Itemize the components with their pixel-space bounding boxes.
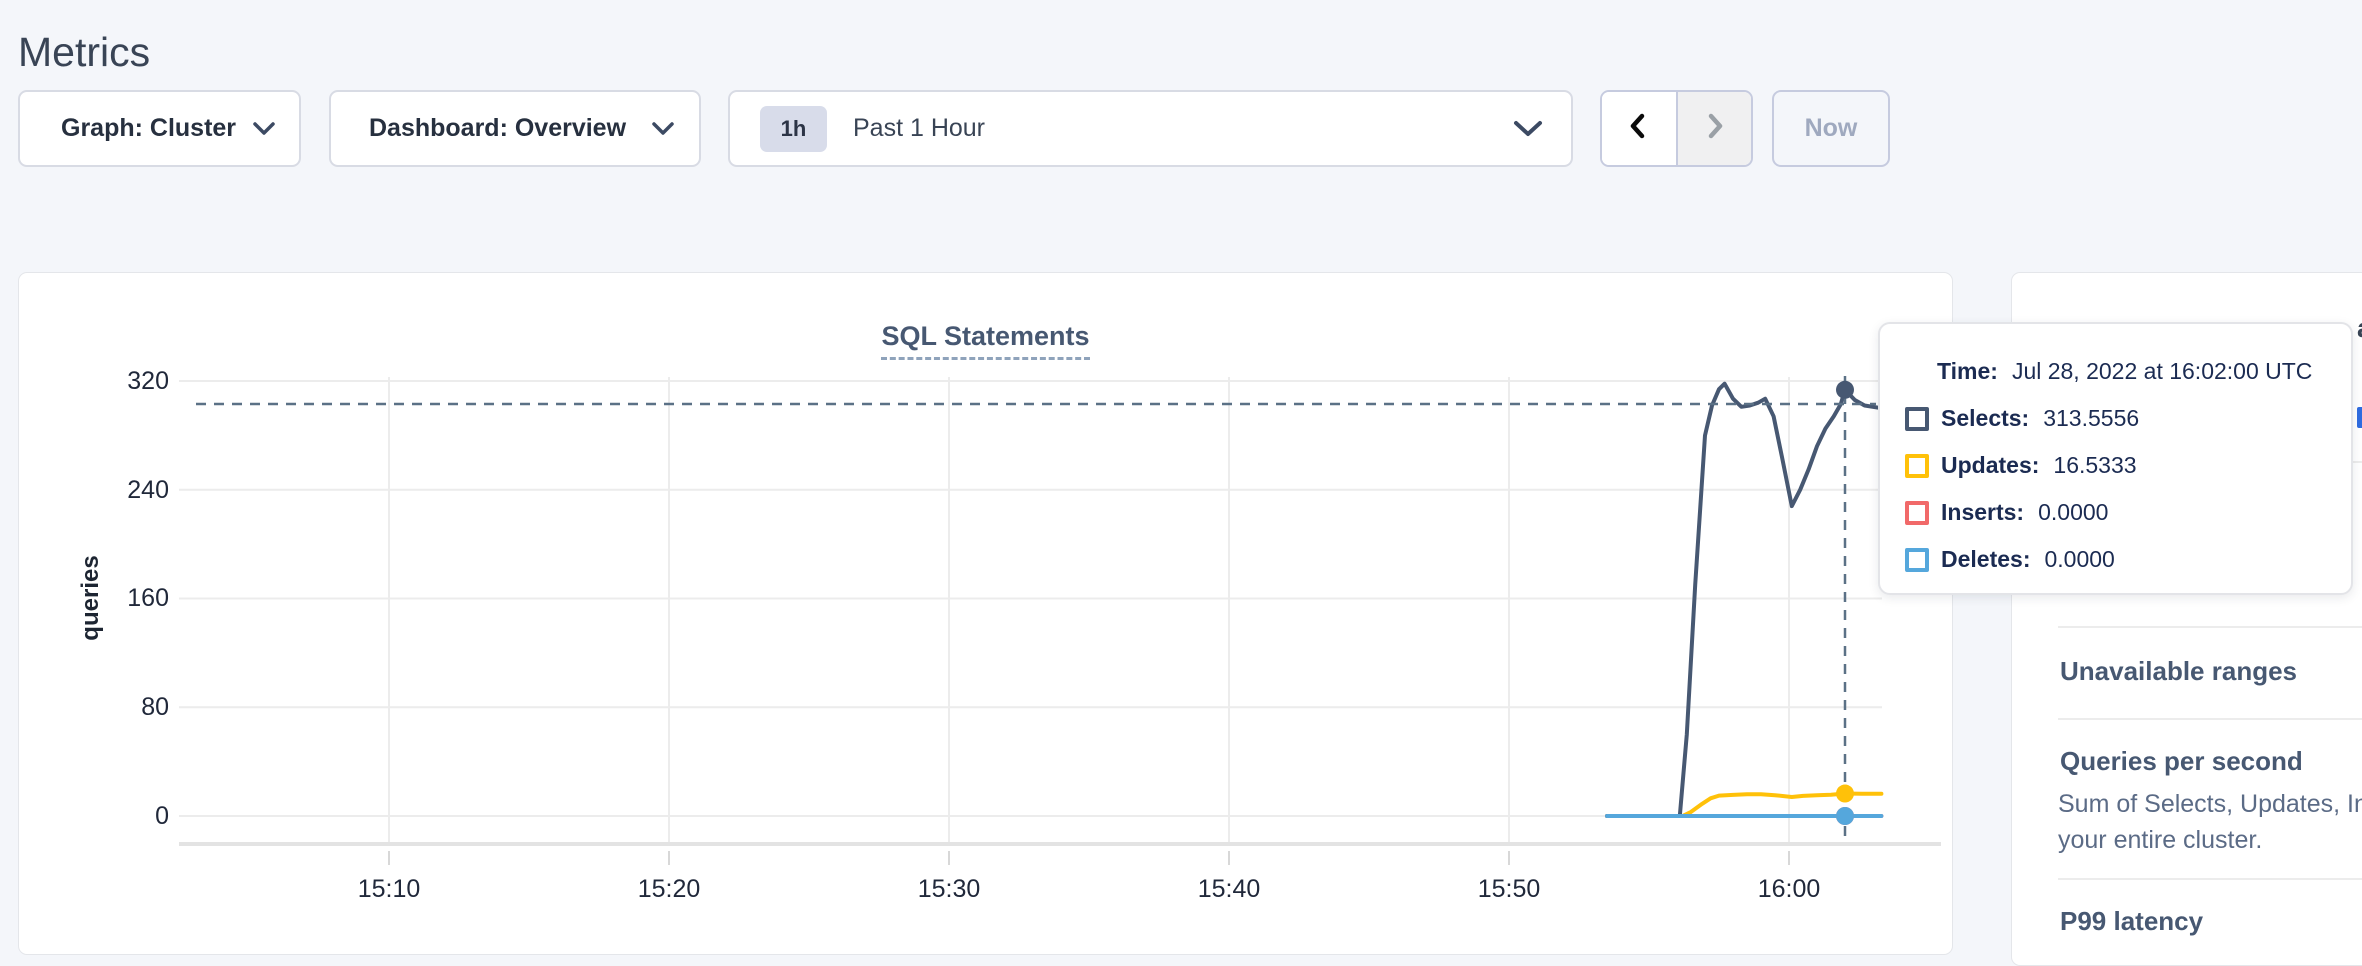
sidebar-heading-unavailable-ranges: Unavailable ranges <box>2060 656 2297 687</box>
chevron-right-icon <box>1698 110 1730 147</box>
x-tick-label: 15:20 <box>609 875 729 904</box>
sidebar-description-line: your entire cluster. <box>2058 826 2262 855</box>
x-tick-label: 16:00 <box>1729 875 1849 904</box>
time-pager <box>1600 90 1753 167</box>
legend-swatch-icon <box>1905 454 1929 478</box>
tooltip-row-label: Inserts: <box>1941 499 2024 526</box>
y-tick-label: 240 <box>74 475 169 505</box>
tooltip-series-rows: Selects: 313.5556Updates: 16.5333 Inserts: 0… <box>1905 395 2351 583</box>
prev-time-button[interactable] <box>1602 92 1678 165</box>
tooltip-time-value: Jul 28, 2022 at 16:02:00 UTC <box>2012 358 2312 385</box>
tooltip-row-label: Deletes: <box>1941 546 2030 573</box>
graph-dropdown[interactable]: Graph: Cluster <box>18 90 301 167</box>
graph-dropdown-label: Graph: Cluster <box>61 114 236 143</box>
sidebar-heading-p99-latency: P99 latency <box>2060 906 2203 937</box>
tooltip-row-label: Selects: <box>1941 405 2029 432</box>
chevron-left-icon <box>1623 110 1655 147</box>
next-time-button[interactable] <box>1678 92 1752 165</box>
tooltip-row-value: 16.5333 <box>2053 452 2136 479</box>
chart-plot-area[interactable] <box>19 273 1954 956</box>
chevron-down-icon <box>253 122 275 136</box>
chevron-down-icon <box>1513 120 1543 138</box>
dashboard-dropdown-label: Dashboard: Overview <box>369 114 626 143</box>
y-tick-label: 0 <box>74 801 169 831</box>
tooltip-time-label: Time: <box>1937 358 1998 385</box>
sidebar-divider <box>2058 878 2362 880</box>
sidebar-divider <box>2058 718 2362 720</box>
tooltip-row: Inserts: 0.0000 <box>1905 489 2351 536</box>
time-range-dropdown[interactable]: 1h Past 1 Hour <box>728 90 1573 167</box>
chart-hover-tooltip: Time: Jul 28, 2022 at 16:02:00 UTC Selec… <box>1878 322 2353 595</box>
x-tick-label: 15:40 <box>1169 875 1289 904</box>
sidebar-heading-queries-per-second: Queries per second <box>2060 746 2303 777</box>
x-tick-label: 15:10 <box>329 875 449 904</box>
sql-statements-chart-card[interactable]: SQL Statements queries 080160240320 15:1… <box>18 272 1953 955</box>
y-tick-label: 160 <box>74 583 169 613</box>
y-tick-label: 320 <box>74 366 169 396</box>
tooltip-row: Selects: 313.5556 <box>1905 395 2351 442</box>
dashboard-dropdown[interactable]: Dashboard: Overview <box>329 90 701 167</box>
tooltip-row: Updates: 16.5333 <box>1905 442 2351 489</box>
legend-swatch-icon <box>1905 407 1929 431</box>
tooltip-row-value: 0.0000 <box>2038 499 2108 526</box>
clipped-text-fragment: a <box>2357 313 2362 344</box>
x-tick-label: 15:50 <box>1449 875 1569 904</box>
tooltip-row-value: 0.0000 <box>2044 546 2114 573</box>
time-range-label: Past 1 Hour <box>853 114 985 143</box>
sidebar-description-line: Sum of Selects, Updates, Inser <box>2058 790 2362 819</box>
tooltip-row-value: 313.5556 <box>2043 405 2139 432</box>
now-button[interactable]: Now <box>1772 90 1890 167</box>
tooltip-time-row: Time: Jul 28, 2022 at 16:02:00 UTC <box>1905 348 2351 395</box>
tooltip-row: Deletes: 0.0000 <box>1905 536 2351 583</box>
clipped-link-fragment[interactable] <box>2357 407 2362 428</box>
metrics-page: Metrics Graph: Cluster Dashboard: Overvi… <box>0 0 2362 966</box>
y-tick-label: 80 <box>74 692 169 722</box>
legend-swatch-icon <box>1905 548 1929 572</box>
tooltip-row-label: Updates: <box>1941 452 2039 479</box>
chevron-down-icon <box>652 122 674 136</box>
legend-swatch-icon <box>1905 501 1929 525</box>
time-range-badge: 1h <box>760 106 827 152</box>
sidebar-divider <box>2058 626 2362 628</box>
page-title: Metrics <box>18 29 150 76</box>
x-tick-label: 15:30 <box>889 875 1009 904</box>
